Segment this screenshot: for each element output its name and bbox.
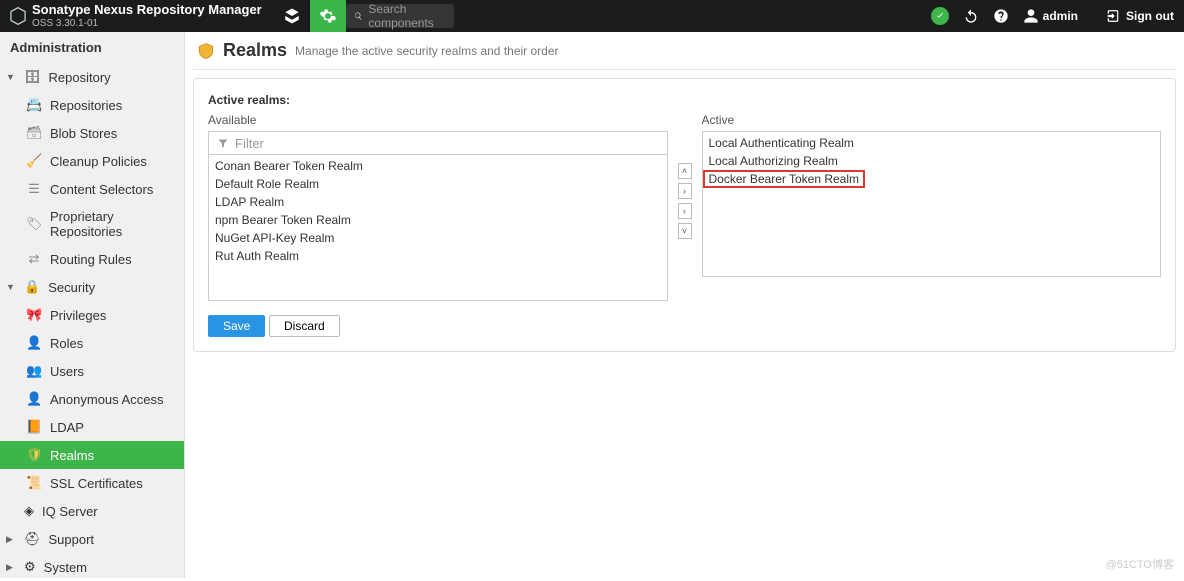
sidebar-item-blob-stores[interactable]: 🗃Blob Stores (0, 119, 184, 147)
database-icon: 🗄 (24, 69, 41, 85)
watermark: @51CTO博客 (1106, 556, 1174, 572)
active-realms-list[interactable]: Local Authenticating RealmLocal Authoriz… (702, 131, 1162, 277)
user-menu[interactable]: admin (1023, 8, 1078, 24)
section-label: Repository (49, 70, 111, 85)
sidebar-item-repositories[interactable]: 📇Repositories (0, 91, 184, 119)
section-security[interactable]: 🔒 Security (0, 273, 184, 301)
browse-mode-button[interactable] (274, 0, 310, 32)
gear-icon: ⚙ (24, 559, 36, 575)
signout-button[interactable]: Sign out (1106, 9, 1174, 23)
username: admin (1043, 9, 1078, 23)
chevron-right-icon (6, 562, 16, 573)
sidebar-item-users[interactable]: 👥Users (0, 357, 184, 385)
search-placeholder: Search components (368, 2, 445, 30)
sidebar-item-proprietary-repositories[interactable]: 🏷Proprietary Repositories (0, 203, 184, 245)
available-realms-list[interactable]: Conan Bearer Token RealmDefault Role Rea… (208, 155, 668, 301)
section-system[interactable]: ⚙ System (0, 553, 184, 581)
remove-from-active-button[interactable]: ‹ (678, 203, 692, 219)
active-label: Active (702, 113, 1162, 127)
sidebar: Administration 🗄 Repository 📇Repositorie… (0, 32, 185, 578)
section-label: System (44, 560, 87, 575)
search-icon (354, 10, 363, 22)
move-up-button[interactable]: ˄ (678, 163, 692, 179)
anonymous-icon: 👤 (26, 391, 42, 407)
filter-placeholder: Filter (235, 136, 264, 151)
app-title: Sonatype Nexus Repository Manager (32, 3, 262, 17)
signout-label: Sign out (1126, 9, 1174, 23)
proprietary-icon: 🏷 (26, 216, 42, 232)
app-version: OSS 3.30.1-01 (32, 18, 262, 29)
list-item[interactable]: NuGet API-Key Realm (209, 229, 667, 247)
list-item[interactable]: Rut Auth Realm (209, 247, 667, 265)
sidebar-item-ssl-certificates[interactable]: 📜SSL Certificates (0, 469, 184, 497)
search-input[interactable]: Search components (346, 4, 454, 28)
section-repository[interactable]: 🗄 Repository (0, 63, 184, 91)
health-status-icon[interactable] (931, 7, 949, 25)
sidebar-item-ldap[interactable]: 📙LDAP (0, 413, 184, 441)
section-label: Security (48, 280, 95, 295)
sidebar-title: Administration (0, 32, 184, 63)
filter-icon (217, 137, 229, 149)
stack-icon: ☰ (26, 181, 42, 197)
blob-stores-icon: 🗃 (26, 125, 42, 141)
people-icon: 👥 (26, 363, 42, 379)
section-support[interactable]: ⛑ Support (0, 525, 184, 553)
certificate-icon: 📜 (26, 475, 42, 491)
move-down-button[interactable]: ˅ (678, 223, 692, 239)
page-description: Manage the active security realms and th… (295, 44, 558, 58)
section-heading: Active realms: (208, 93, 1161, 107)
sidebar-item-privileges[interactable]: 🎀Privileges (0, 301, 184, 329)
chevron-down-icon (6, 72, 16, 82)
list-item[interactable]: npm Bearer Token Realm (209, 211, 667, 229)
sidebar-item-realms[interactable]: 🛡Realms (0, 441, 184, 469)
sidebar-item-anonymous-access[interactable]: 👤Anonymous Access (0, 385, 184, 413)
shield-icon (197, 41, 215, 61)
logo-icon (10, 7, 26, 25)
section-label: Support (49, 532, 95, 547)
signout-icon (1106, 9, 1120, 23)
list-item[interactable]: Docker Bearer Token Realm (703, 170, 866, 188)
sidebar-item-roles[interactable]: 👤Roles (0, 329, 184, 357)
section-label: IQ Server (42, 504, 98, 519)
ribbon-icon: 🎀 (26, 307, 42, 323)
help-icon[interactable] (993, 8, 1009, 24)
person-icon: 👤 (26, 335, 42, 351)
app-title-block: Sonatype Nexus Repository Manager OSS 3.… (32, 3, 262, 28)
repositories-icon: 📇 (26, 97, 42, 113)
refresh-icon[interactable] (963, 8, 979, 24)
add-to-active-button[interactable]: › (678, 183, 692, 199)
sidebar-item-content-selectors[interactable]: ☰Content Selectors (0, 175, 184, 203)
filter-input[interactable]: Filter (208, 131, 668, 155)
section-iq-server[interactable]: ◈ IQ Server (0, 497, 184, 525)
sidebar-item-routing-rules[interactable]: ⇄Routing Rules (0, 245, 184, 273)
page-header: Realms Manage the active security realms… (193, 32, 1176, 70)
available-label: Available (208, 113, 668, 127)
realms-panel: Active realms: Available Filter Conan Be… (193, 78, 1176, 352)
user-icon (1023, 8, 1039, 24)
discard-button[interactable]: Discard (269, 315, 340, 337)
list-item[interactable]: Conan Bearer Token Realm (209, 157, 667, 175)
save-button[interactable]: Save (208, 315, 265, 337)
shield-icon: 🛡 (26, 447, 42, 463)
iq-icon: ◈ (24, 503, 34, 519)
admin-mode-button[interactable] (310, 0, 346, 32)
chevron-down-icon (6, 282, 16, 292)
page-title: Realms (223, 40, 287, 61)
chevron-right-icon (6, 534, 16, 545)
routing-icon: ⇄ (26, 251, 42, 267)
book-icon: 📙 (26, 419, 42, 435)
list-item[interactable]: Local Authorizing Realm (703, 152, 1161, 170)
list-item[interactable]: Default Role Realm (209, 175, 667, 193)
list-item[interactable]: LDAP Realm (209, 193, 667, 211)
broom-icon: 🧹 (26, 153, 42, 169)
sidebar-item-cleanup-policies[interactable]: 🧹Cleanup Policies (0, 147, 184, 175)
list-item[interactable]: Local Authenticating Realm (703, 134, 1161, 152)
support-icon: ⛑ (24, 531, 41, 547)
lock-icon: 🔒 (24, 279, 40, 295)
